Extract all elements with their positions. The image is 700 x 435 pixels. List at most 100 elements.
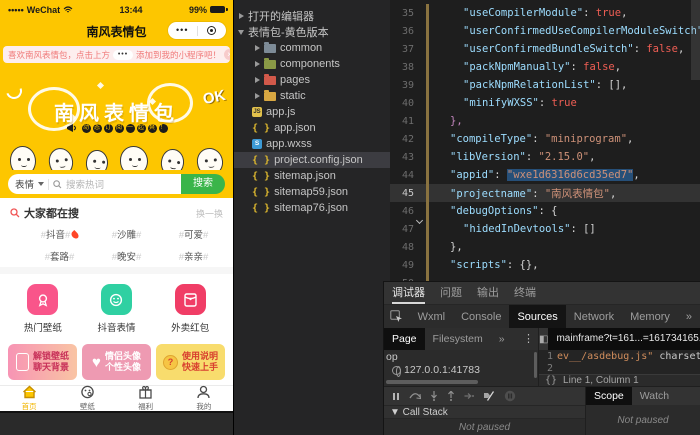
editor-line-36[interactable]: 36"userConfirmedUseCompilerModuleSwitch"… [390, 22, 700, 40]
token: : [570, 61, 583, 73]
devtools-tab-»[interactable]: » [678, 305, 700, 328]
token: true [552, 97, 577, 109]
editor-line-43[interactable]: 43"libVersion": "2.15.0", [390, 148, 700, 166]
collapse-sidebar-icon[interactable]: ◧ [539, 328, 548, 350]
more-menu-icon[interactable]: ⋮ [523, 328, 534, 350]
folder-components[interactable]: components [234, 56, 390, 72]
scope-tab-watch[interactable]: Watch [632, 387, 677, 405]
editor-scrollbar[interactable] [691, 0, 700, 80]
badge-char: 一 [126, 124, 135, 133]
badge-char: 订 [104, 124, 113, 133]
file-app.js[interactable]: JSapp.js [234, 104, 390, 120]
editor-line-38[interactable]: 38"packNpmManually": false, [390, 58, 700, 76]
promo-card-coin[interactable]: ?使用说明快速上手 [156, 344, 225, 380]
hot-keyword[interactable]: #抖音# [26, 227, 93, 241]
folder-static[interactable]: static [234, 88, 390, 104]
panel-tab-[interactable]: 调试器 [392, 282, 425, 304]
quick-link-medal[interactable]: 热门壁纸 [6, 284, 80, 334]
token: "projectname" [450, 188, 532, 200]
token: }, [450, 115, 463, 127]
hot-keyword[interactable]: #亲亲# [160, 249, 227, 263]
tab-user[interactable]: 我的 [175, 386, 233, 411]
source-viewer[interactable]: 1ev__/asdebug.js" charset="U 2 {} Line 1… [539, 350, 700, 386]
devtools-tab-sources[interactable]: Sources [509, 305, 565, 328]
inspect-element-icon[interactable] [384, 305, 410, 328]
editor-line-37[interactable]: 37"userConfirmedBundleSwitch": false, [390, 40, 700, 58]
devtools-tab-network[interactable]: Network [566, 305, 622, 328]
quick-link-smile[interactable]: 抖音表情 [80, 284, 154, 334]
refresh-keywords-button[interactable]: 换一换 [196, 207, 223, 220]
folder-name: static [280, 90, 306, 102]
quick-link-red-envelope[interactable]: 外卖红包 [153, 284, 227, 334]
notice-close-icon[interactable]: × [224, 49, 230, 60]
file-sitemap76.json[interactable]: { }sitemap76.json [234, 200, 390, 216]
scope-tab-scope[interactable]: Scope [586, 387, 632, 405]
pause-on-exceptions-button[interactable] [504, 390, 516, 402]
step-out-button[interactable] [447, 391, 455, 401]
search-filter-label[interactable]: 表情 [15, 177, 34, 191]
navigator-tab-page[interactable]: Page [384, 328, 425, 350]
navigator-tab-»[interactable]: » [491, 328, 513, 350]
search-button[interactable]: 搜索 [181, 174, 225, 194]
editor-line-49[interactable]: 49"scripts": {}, [390, 256, 700, 274]
editor-line-44[interactable]: 44"appid": "wxe1d6316d6cd35ed7", [390, 166, 700, 184]
editor-line-41[interactable]: 41}, [390, 112, 700, 130]
step-over-button[interactable] [409, 392, 421, 401]
token: , [678, 43, 684, 55]
token: "packNpmRelationList" [463, 79, 596, 91]
navigator-tab-filesystem[interactable]: Filesystem [425, 328, 491, 350]
tab-gift[interactable]: 福利 [117, 386, 175, 411]
source-file-tab[interactable]: mainframe?t=161...=161734165... [548, 328, 700, 350]
editor-line-40[interactable]: 40"minifyWXSS": true [390, 94, 700, 112]
hot-keyword[interactable]: #晚安# [93, 249, 160, 263]
hot-keyword[interactable]: #沙雕# [93, 227, 160, 241]
devtools-tab-console[interactable]: Console [453, 305, 509, 328]
file-project.config.json[interactable]: { }project.config.json [234, 152, 390, 168]
editor-line-46[interactable]: 46"debugOptions": { [390, 202, 700, 220]
hot-keyword[interactable]: #可爱# [160, 227, 227, 241]
panel-tab-[interactable]: 输出 [477, 282, 499, 304]
devtools-tab-wxml[interactable]: Wxml [410, 305, 454, 328]
more-options-icon[interactable]: ••• [168, 22, 197, 39]
editor-line-47[interactable]: 47"hidedInDevtools": [] [390, 220, 700, 238]
tree-host-node[interactable]: 127.0.0.1:41783 [384, 364, 538, 377]
step-into-button[interactable] [430, 391, 438, 401]
file-app.wxss[interactable]: Sapp.wxss [234, 136, 390, 152]
promo-card-text: 情侣头像个性头像 [105, 351, 141, 373]
step-button[interactable] [464, 392, 474, 400]
tab-wallpaper[interactable]: 壁纸 [58, 386, 116, 411]
file-app.json[interactable]: { }app.json [234, 120, 390, 136]
file-sitemap.json[interactable]: { }sitemap.json [234, 168, 390, 184]
editor-line-45[interactable]: 45"projectname": "南风表情包", [390, 184, 700, 202]
hero-banner[interactable]: 南风表情包 动态订阅一起爽！ OK [0, 65, 233, 170]
tree-root-node[interactable]: op [384, 351, 538, 364]
tree-horizontal-scrollbar[interactable] [386, 380, 478, 384]
project-root-section[interactable]: 表情包-黄色版本 [234, 24, 390, 40]
search-input[interactable]: 表情 搜索热词 [8, 174, 181, 194]
callstack-section-header[interactable]: ▼ Call Stack [384, 405, 585, 419]
capsule-menu[interactable]: ••• [168, 22, 226, 39]
hot-keyword[interactable]: #套路# [26, 249, 93, 263]
editor-line-39[interactable]: 39"packNpmRelationList": [], [390, 76, 700, 94]
panel-tab-[interactable]: 终端 [514, 282, 536, 304]
editor-line-42[interactable]: 42"compileType": "miniprogram", [390, 130, 700, 148]
line-number: 36 [390, 26, 414, 37]
deactivate-breakpoints-button[interactable] [483, 391, 495, 401]
tab-home[interactable]: 首页 [0, 386, 58, 411]
editor-line-48[interactable]: 48}, [390, 238, 700, 256]
folder-icon [264, 76, 276, 85]
file-sitemap59.json[interactable]: { }sitemap59.json [234, 184, 390, 200]
promo-card-phone[interactable]: 解锁壁纸聊天背景 [8, 344, 77, 380]
token: charset=" [653, 351, 700, 362]
folder-pages[interactable]: pages [234, 72, 390, 88]
close-minimize-icon[interactable] [198, 26, 227, 35]
open-editors-section[interactable]: 打开的编辑器 [234, 8, 390, 24]
promo-card-couple[interactable]: ♥情侣头像个性头像 [82, 344, 151, 380]
editor-line-35[interactable]: 35"useCompilerModule": true, [390, 4, 700, 22]
tree-vertical-scrollbar[interactable] [534, 352, 537, 378]
promo-card-row: 解锁壁纸聊天背景♥情侣头像个性头像?使用说明快速上手 [0, 336, 233, 386]
devtools-tab-memory[interactable]: Memory [622, 305, 678, 328]
panel-tab-[interactable]: 问题 [440, 282, 462, 304]
folder-common[interactable]: common [234, 40, 390, 56]
pause-button[interactable] [392, 392, 400, 401]
